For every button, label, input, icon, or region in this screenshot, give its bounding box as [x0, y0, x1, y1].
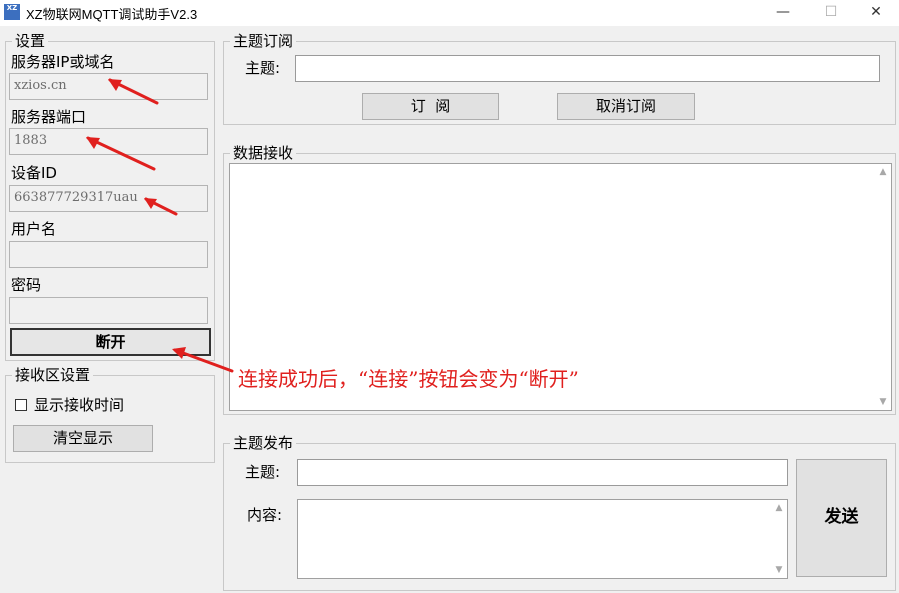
publish-topic-input[interactable]: [297, 459, 788, 486]
server-field[interactable]: xzios.cn: [9, 73, 208, 100]
device-id-label: 设备ID: [11, 164, 57, 182]
server-label: 服务器IP或域名: [11, 53, 115, 71]
password-label: 密码: [11, 276, 42, 294]
receive-group-title: 数据接收: [230, 144, 297, 162]
password-field[interactable]: [9, 297, 208, 324]
settings-group-title: 设置: [12, 32, 49, 50]
app-logo-icon: XZ: [4, 4, 20, 20]
device-id-field[interactable]: 663877729317uau: [9, 185, 208, 212]
unsubscribe-button[interactable]: 取消订阅: [557, 93, 695, 120]
maximize-button[interactable]: ☐: [808, 0, 854, 26]
content-scroll-down-icon[interactable]: ▼: [773, 564, 785, 576]
username-field[interactable]: [9, 241, 208, 268]
annotation-note: 连接成功后，“连接”按钮会变为“断开”: [238, 367, 579, 391]
minimize-button[interactable]: —: [760, 0, 806, 26]
scroll-down-icon[interactable]: ▼: [877, 396, 889, 408]
show-time-checkbox[interactable]: [15, 399, 27, 411]
content-scroll-up-icon[interactable]: ▲: [773, 502, 785, 514]
username-label: 用户名: [11, 220, 57, 238]
window-title: XZ物联网MQTT调试助手V2.3: [26, 7, 198, 22]
subscribe-button[interactable]: 订 阅: [362, 93, 499, 120]
show-time-label: 显示接收时间: [34, 396, 125, 414]
scroll-up-icon[interactable]: ▲: [877, 166, 889, 178]
publish-content-textarea[interactable]: ▲ ▼: [297, 499, 788, 579]
port-label: 服务器端口: [11, 108, 87, 126]
title-bar: XZ XZ物联网MQTT调试助手V2.3 — ☐ ✕: [0, 0, 899, 26]
disconnect-button[interactable]: 断开: [10, 328, 211, 356]
send-button[interactable]: 发送: [796, 459, 887, 577]
publish-topic-label: 主题:: [245, 463, 281, 481]
publish-content-label: 内容:: [247, 506, 283, 524]
receive-settings-title: 接收区设置: [12, 366, 94, 384]
subscribe-topic-label: 主题:: [245, 59, 281, 77]
publish-group-title: 主题发布: [230, 434, 297, 452]
port-field[interactable]: 1883: [9, 128, 208, 155]
subscribe-group-title: 主题订阅: [230, 32, 297, 50]
clear-display-button[interactable]: 清空显示: [13, 425, 153, 452]
subscribe-topic-input[interactable]: [295, 55, 880, 82]
close-button[interactable]: ✕: [853, 0, 899, 26]
